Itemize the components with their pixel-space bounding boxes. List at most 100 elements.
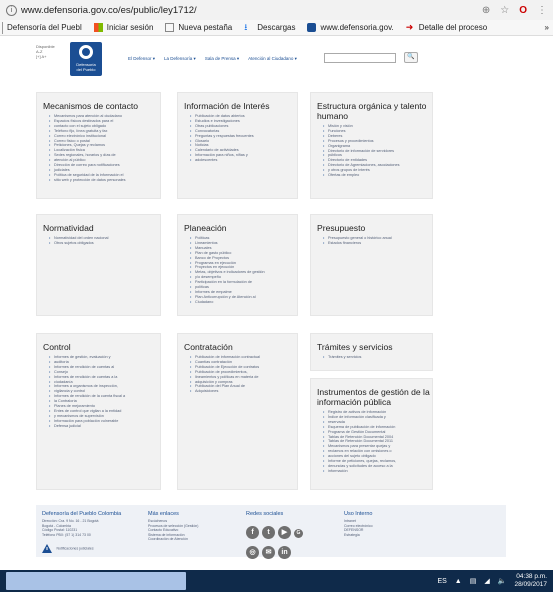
social-row-1: f t ▶ G (246, 521, 316, 539)
site-footer: Defensoría del Pueblo Colombia Dirección… (36, 505, 506, 559)
section-link[interactable]: Defensa judicial (49, 424, 160, 429)
bookmark-descargas[interactable]: ⭳ Descargas (244, 23, 296, 33)
bookmark-divider (2, 21, 3, 34)
footer-col-contacto: Defensoría del Pueblo Colombia Dirección… (42, 511, 122, 558)
section-title[interactable]: Trámites y servicios (317, 342, 432, 352)
bookmark-label: Detalle del proceso (418, 23, 488, 32)
footer-col-interno: Uso Interno Intranet Correo electrónico … (344, 511, 424, 537)
menu-icon[interactable]: ⋮ (537, 5, 547, 16)
section-link[interactable]: Ofertas de empleo (323, 173, 432, 178)
section-card-control: Control Informes de gestión, evaluación … (36, 333, 161, 490)
site-info-icon[interactable]: i (6, 4, 17, 16)
section-link[interactable]: Adquisiciones (190, 389, 297, 394)
section-title[interactable]: Contratación (184, 342, 297, 352)
bookmark-star-icon[interactable]: ☆ (500, 5, 509, 16)
twitter-icon[interactable]: t (262, 526, 275, 539)
url-text[interactable]: www.defensoria.gov.co/es/public/ley1712/ (21, 5, 472, 16)
clock[interactable]: 04:38 p.m. 28/09/2017 (514, 573, 547, 589)
section-list: Normatividad del orden nacional Otros su… (49, 236, 160, 246)
section-link[interactable]: Trámites y servicios (323, 355, 432, 360)
network-icon[interactable]: ▤ (470, 577, 477, 585)
red-arrow-icon: ➜ (405, 22, 414, 32)
footer-links[interactable]: Escúchenos Procesos de selección (Gestió… (148, 519, 238, 542)
instagram-icon[interactable]: ◎ (246, 546, 259, 559)
section-title[interactable]: Mecanismos de contacto (43, 101, 160, 111)
section-title[interactable]: Información de Interés (184, 101, 297, 111)
bookmark-label: Defensoría del Puebl (7, 23, 82, 32)
warning-icon (42, 544, 52, 554)
bookmark-iniciar-sesion[interactable]: Iniciar sesión (93, 23, 154, 32)
section-list: Publicación de datos abiertos Estudios e… (190, 114, 297, 163)
system-tray: ES ▲ ▤ ◢ 🔈 04:38 p.m. 28/09/2017 (437, 573, 553, 589)
main-nav: El Defensor ▾ La Defensoría ▾ Sala de Pr… (128, 56, 306, 62)
section-list: Publicación de información contractual C… (190, 355, 297, 394)
language-indicator[interactable]: ES (437, 578, 446, 585)
opera-icon[interactable]: O (519, 5, 527, 16)
bookmark-label: Iniciar sesión (106, 23, 154, 32)
windows-taskbar: ES ▲ ▤ ◢ 🔈 04:38 p.m. 28/09/2017 (0, 570, 553, 592)
bookmark-detalle-proceso[interactable]: ➜ Detalle del proceso (405, 22, 488, 33)
tray-expand-icon[interactable]: ▲ (455, 578, 462, 585)
search-icon: 🔍 (407, 54, 415, 60)
bookmark-defensoria-site[interactable]: www.defensoria.gov. (307, 23, 394, 32)
nav-el-defensor[interactable]: El Defensor ▾ (128, 56, 155, 62)
clock-date: 28/09/2017 (514, 581, 547, 588)
section-link[interactable]: información (323, 469, 432, 474)
section-card-contratacion: Contratación Publicación de información … (177, 333, 298, 490)
bookmark-overflow-label: » (544, 23, 549, 32)
section-title[interactable]: Presupuesto (317, 223, 432, 233)
volume-icon[interactable]: 🔈 (498, 577, 507, 585)
zoom-icon[interactable]: ⊕ (482, 5, 490, 16)
bookmark-label: Descargas (257, 23, 296, 32)
search-input[interactable] (324, 53, 396, 63)
section-link[interactable]: Ciudadano (190, 300, 297, 305)
section-title[interactable]: Normatividad (43, 223, 160, 233)
youtube-icon[interactable]: ▶ (278, 526, 291, 539)
section-link[interactable]: Otros sujetos obligados (49, 241, 160, 246)
bookmark-nueva-pestana[interactable]: Nueva pestaña (165, 23, 232, 32)
footer-internal-links[interactable]: Intranet Correo electrónico DEFENSOR Est… (344, 519, 424, 537)
section-title[interactable]: Estructura orgánica y talento humano (317, 101, 432, 121)
section-card-contacto: Mecanismos de contacto Mecanismos para a… (36, 92, 161, 199)
notificaciones-row[interactable]: Notificaciones judiciales (42, 540, 122, 558)
section-link[interactable]: Estados financieros (323, 241, 432, 246)
linkedin-icon[interactable]: in (278, 546, 291, 559)
taskbar-app-button[interactable] (6, 572, 186, 590)
bookmark-defensoria[interactable]: Defensoría del Puebl (7, 23, 82, 32)
section-card-instrumentos: Instrumentos de gestión de la informació… (310, 378, 433, 490)
search-button[interactable]: 🔍 (404, 52, 418, 63)
section-list: Presupuesto general o histórico anual Es… (323, 236, 432, 246)
page-icon (165, 23, 175, 32)
section-list: Mecanismos para atención al ciudadano Es… (49, 114, 160, 183)
googleplus-icon[interactable]: G (294, 529, 303, 538)
footer-title: Uso Interno (344, 511, 373, 517)
section-list: Trámites y servicios (323, 355, 432, 360)
section-title[interactable]: Planeación (184, 223, 297, 233)
logo-mark-icon (79, 45, 93, 59)
facebook-icon[interactable]: f (246, 526, 259, 539)
footer-address: Dirección: Cra. 9 No. 16 - 21 Bogotá Bog… (42, 519, 99, 537)
section-title[interactable]: Control (43, 342, 160, 352)
nav-la-defensoria[interactable]: La Defensoría ▾ (164, 56, 196, 62)
bookmark-label: www.defensoria.gov. (320, 23, 394, 32)
nav-atencion-ciudadano[interactable]: Atención al Ciudadano ▾ (248, 56, 297, 62)
bookmark-overflow[interactable]: » (545, 23, 549, 32)
defensoria-logo[interactable]: Defensoría del Pueblo (70, 42, 102, 76)
section-link[interactable]: adolescentes (190, 158, 297, 163)
footer-title: Defensoría del Pueblo Colombia (42, 511, 122, 517)
section-link[interactable]: sitio web y protección de datos personal… (49, 178, 160, 183)
nav-sala-de-prensa[interactable]: Sala de Prensa ▾ (205, 56, 239, 62)
section-title[interactable]: Instrumentos de gestión de la informació… (317, 387, 432, 407)
logo-icon (307, 23, 317, 32)
signal-icon[interactable]: ◢ (484, 577, 489, 585)
notificaciones-link[interactable]: Notificaciones judiciales (56, 547, 93, 551)
section-list: Registro de activos de información Índic… (323, 410, 432, 474)
footer-title: Más enlaces (148, 511, 179, 517)
section-list: Políticas Lineamientos Manuales Plan de … (190, 236, 297, 305)
footer-title: Redes sociales (246, 511, 284, 517)
bookmarks-bar: Defensoría del Puebl Iniciar sesión Nuev… (0, 20, 553, 36)
email-icon[interactable]: ✉ (262, 546, 275, 559)
address-bar[interactable]: i www.defensoria.gov.co/es/public/ley171… (0, 0, 553, 20)
accessibility-tools[interactable]: Disponible A-Z [+] A+ (36, 44, 55, 59)
bookmark-label: Nueva pestaña (178, 23, 233, 32)
